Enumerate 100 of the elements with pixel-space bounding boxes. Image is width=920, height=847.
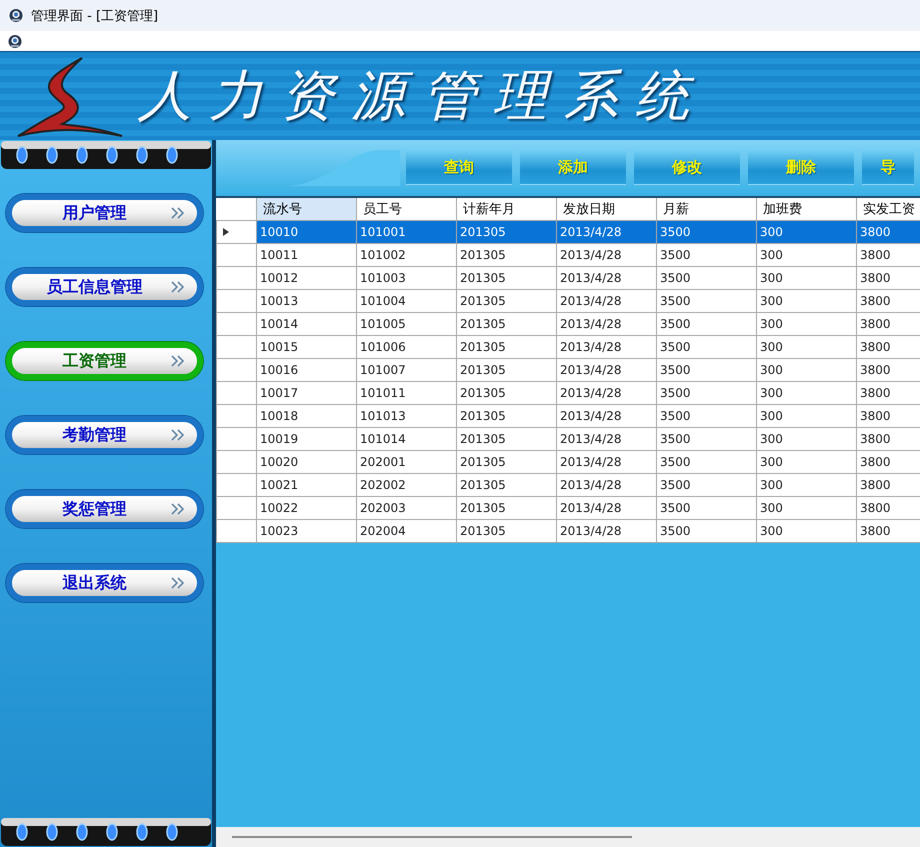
table-cell: 300 <box>756 290 856 312</box>
table-cell: 300 <box>756 358 856 382</box>
table-row[interactable]: 10013 101004 201305 2013/4/28 3500 300 3800 <box>216 290 920 312</box>
table-cell: 101001 <box>356 220 456 244</box>
table-cell: 101011 <box>356 382 456 404</box>
table-cell: 10017 <box>256 382 356 404</box>
table-cell: 3500 <box>656 474 756 496</box>
table-cell: 2013/4/28 <box>556 382 656 404</box>
table-cell: 101013 <box>356 404 456 428</box>
table-cell: 10021 <box>256 474 356 496</box>
table-cell: 3500 <box>656 428 756 450</box>
table-cell: 300 <box>756 450 856 474</box>
table-cell: 3500 <box>656 450 756 474</box>
table-cell: 2013/4/28 <box>556 220 656 244</box>
table-cell: 2013/4/28 <box>556 474 656 496</box>
table-row[interactable]: 10022 202003 201305 2013/4/28 3500 300 3800 <box>216 496 920 520</box>
table-cell: 3500 <box>656 404 756 428</box>
table-cell: 3500 <box>656 312 756 336</box>
table-cell: 10023 <box>256 520 356 542</box>
column-header[interactable]: 实发工资 <box>856 198 920 220</box>
table-cell: 300 <box>756 266 856 290</box>
nav-button[interactable]: 退出系统 <box>6 564 203 602</box>
app-title: 人力资源管理系统 <box>138 62 706 128</box>
table-cell: 300 <box>756 244 856 266</box>
column-header[interactable]: 流水号 <box>256 198 356 220</box>
table-cell: 2013/4/28 <box>556 266 656 290</box>
column-header[interactable]: 员工号 <box>356 198 456 220</box>
table-cell: 101014 <box>356 428 456 450</box>
table-row[interactable]: 10016 101007 201305 2013/4/28 3500 300 3800 <box>216 358 920 382</box>
table-cell: 2013/4/28 <box>556 428 656 450</box>
table-cell: 101005 <box>356 312 456 336</box>
table-cell: 10012 <box>256 266 356 290</box>
table-row[interactable]: 10019 101014 201305 2013/4/28 3500 300 3800 <box>216 428 920 450</box>
column-header[interactable]: 加班费 <box>756 198 856 220</box>
table-row[interactable]: 10015 101006 201305 2013/4/28 3500 300 3800 <box>216 336 920 358</box>
table-cell: 300 <box>756 382 856 404</box>
column-header[interactable]: 发放日期 <box>556 198 656 220</box>
nav-button[interactable]: 用户管理 <box>6 194 203 232</box>
table-cell: 2013/4/28 <box>556 358 656 382</box>
table-cell: 10018 <box>256 404 356 428</box>
table-row[interactable]: 10010 101001 201305 2013/4/28 3500 300 3800 <box>216 220 920 244</box>
table-cell: 201305 <box>456 404 556 428</box>
table-cell: 202002 <box>356 474 456 496</box>
table-cell: 3500 <box>656 520 756 542</box>
table-cell: 10015 <box>256 336 356 358</box>
table-cell: 3500 <box>656 290 756 312</box>
table-cell: 201305 <box>456 336 556 358</box>
table-cell: 3800 <box>856 220 920 244</box>
table-cell: 300 <box>756 220 856 244</box>
table-cell: 300 <box>756 428 856 450</box>
nav-button[interactable]: 考勤管理 <box>6 416 203 454</box>
table-cell: 101002 <box>356 244 456 266</box>
column-header[interactable]: 月薪 <box>656 198 756 220</box>
table-cell: 10020 <box>256 450 356 474</box>
table-cell: 201305 <box>456 244 556 266</box>
table-cell: 3500 <box>656 244 756 266</box>
table-row[interactable]: 10023 202004 201305 2013/4/28 3500 300 3800 <box>216 520 920 542</box>
table-cell: 101006 <box>356 336 456 358</box>
table-row[interactable]: 10021 202002 201305 2013/4/28 3500 300 3800 <box>216 474 920 496</box>
table-cell: 201305 <box>456 428 556 450</box>
table-cell: 3500 <box>656 336 756 358</box>
table-row[interactable]: 10017 101011 201305 2013/4/28 3500 300 3800 <box>216 382 920 404</box>
table-cell: 10019 <box>256 428 356 450</box>
table-cell: 2013/4/28 <box>556 496 656 520</box>
table-cell: 2013/4/28 <box>556 312 656 336</box>
table-cell: 101007 <box>356 358 456 382</box>
table-cell: 201305 <box>456 474 556 496</box>
table-cell: 2013/4/28 <box>556 244 656 266</box>
window-title: 管理界面 - [工资管理] <box>31 8 158 24</box>
table-cell: 2013/4/28 <box>556 404 656 428</box>
table-cell: 201305 <box>456 266 556 290</box>
table-cell: 300 <box>756 474 856 496</box>
table-cell: 300 <box>756 312 856 336</box>
table-cell: 2013/4/28 <box>556 290 656 312</box>
table-row[interactable]: 10011 101002 201305 2013/4/28 3500 300 3800 <box>216 244 920 266</box>
nav-button[interactable]: 奖惩管理 <box>6 490 203 528</box>
table-cell: 2013/4/28 <box>556 336 656 358</box>
table-cell: 201305 <box>456 312 556 336</box>
table-row[interactable]: 10014 101005 201305 2013/4/28 3500 300 3800 <box>216 312 920 336</box>
table-row[interactable]: 10012 101003 201305 2013/4/28 3500 300 3800 <box>216 266 920 290</box>
table-cell: 202004 <box>356 520 456 542</box>
table-cell: 101003 <box>356 266 456 290</box>
table-cell: 3500 <box>656 266 756 290</box>
table-cell: 101004 <box>356 290 456 312</box>
table-cell: 3500 <box>656 220 756 244</box>
table-cell: 300 <box>756 496 856 520</box>
nav-button[interactable]: 工资管理 <box>6 342 203 380</box>
table-cell: 10016 <box>256 358 356 382</box>
table-cell: 201305 <box>456 358 556 382</box>
table-cell: 10014 <box>256 312 356 336</box>
table-row[interactable]: 10020 202001 201305 2013/4/28 3500 300 3800 <box>216 450 920 474</box>
column-header[interactable]: 计薪年月 <box>456 198 556 220</box>
table-row[interactable]: 10018 101013 201305 2013/4/28 3500 300 3800 <box>216 404 920 428</box>
table-cell: 202001 <box>356 450 456 474</box>
table-cell: 201305 <box>456 220 556 244</box>
table-cell: 201305 <box>456 382 556 404</box>
table-cell: 300 <box>756 520 856 542</box>
table-cell: 10010 <box>256 220 356 244</box>
table-cell: 3500 <box>656 358 756 382</box>
nav-button[interactable]: 员工信息管理 <box>6 268 203 306</box>
